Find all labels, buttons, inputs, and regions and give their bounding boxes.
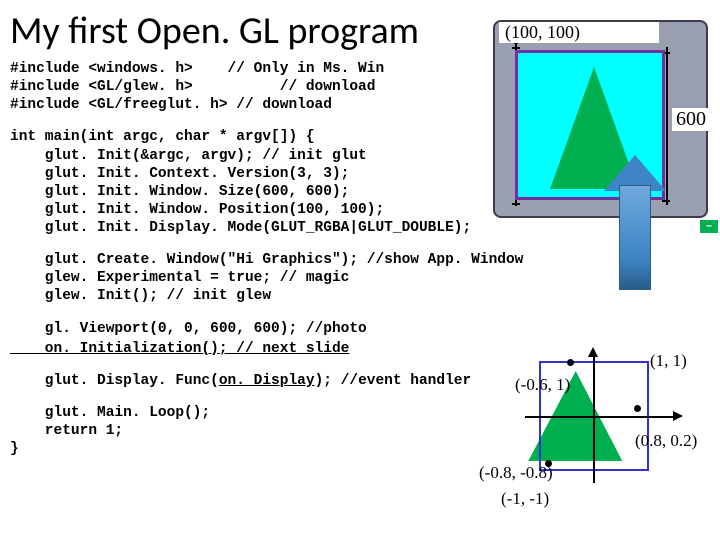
minimize-icon: – bbox=[700, 220, 718, 233]
coord-label-top-right: (1, 1) bbox=[650, 351, 687, 371]
coord-label-p3: (0.8, 0.2) bbox=[635, 431, 697, 451]
vertex-dot-icon bbox=[567, 359, 574, 366]
vertex-dot-icon bbox=[634, 405, 641, 412]
down-up-arrow-icon bbox=[604, 155, 666, 290]
tick-icon bbox=[512, 203, 520, 205]
arrow-up-icon bbox=[588, 347, 598, 357]
arrow-right-icon bbox=[673, 411, 683, 421]
code-viewport-line1: gl. Viewport(0, 0, 600, 600); //photo bbox=[0, 318, 720, 338]
window-figure: (100, 100) 600 bbox=[493, 20, 708, 218]
tick-icon bbox=[512, 47, 520, 49]
coord-label-p1: (-0.6, 1) bbox=[515, 375, 570, 395]
y-axis bbox=[593, 353, 595, 483]
x-axis bbox=[525, 416, 675, 418]
window-origin-label: (100, 100) bbox=[499, 22, 659, 43]
code-viewport-line2: on. Initialization(); // next slide bbox=[10, 341, 349, 357]
measure-line-right bbox=[666, 47, 668, 205]
ndc-plot: (1, 1) (-0.6, 1) (0.8, 0.2) (-0.8, -0.8)… bbox=[505, 353, 690, 528]
coord-label-bottom-left: (-1, -1) bbox=[501, 489, 549, 509]
window-size-label: 600 bbox=[672, 108, 710, 131]
coord-label-p2: (-0.8, -0.8) bbox=[479, 463, 553, 483]
